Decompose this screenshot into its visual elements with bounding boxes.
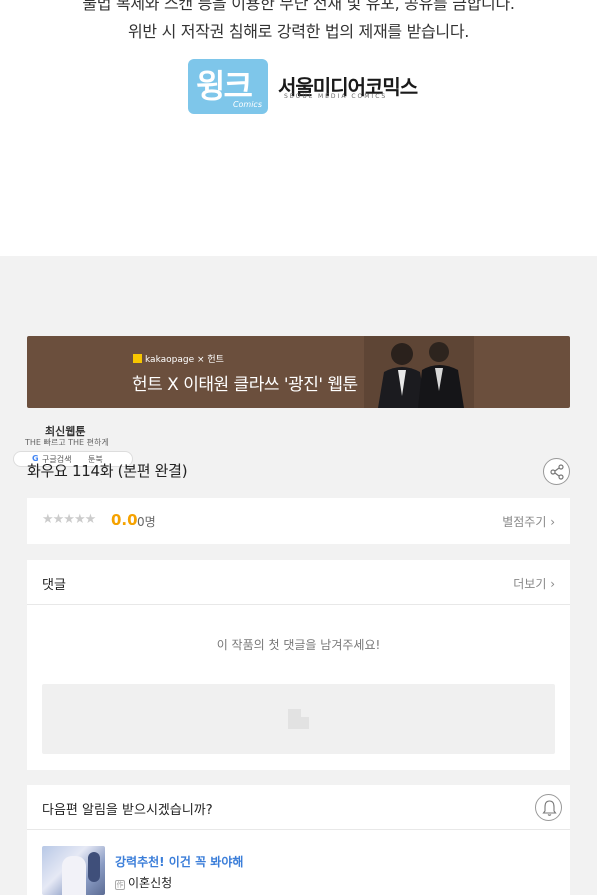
comments-card: 댓글 더보기 › 이 작품의 첫 댓글을 남겨주세요! (27, 560, 570, 770)
recommendation-thumbnail[interactable] (42, 846, 105, 895)
bell-icon (542, 800, 557, 816)
rate-button[interactable]: 별점주기 › (502, 513, 555, 530)
next-episode-alert-card: 다음편 알림을 받으시겠습니까? 강력추천! 이건 꼭 봐야해 作 이혼신청 (27, 785, 570, 895)
episode-title: 화우요 114화 (본편 완결) (27, 462, 188, 480)
alert-header: 다음편 알림을 받으시겠습니까? (27, 785, 570, 830)
comments-header: 댓글 더보기 › (27, 560, 570, 605)
copyright-section: 불법 복제와 스캔 등을 이용한 무단 전재 및 유포, 공유를 금합니다. 위… (0, 0, 597, 256)
placeholder-image-icon (288, 709, 309, 729)
share-button[interactable] (543, 458, 570, 485)
share-icon (550, 464, 564, 480)
copyright-notice-line-1: 불법 복제와 스캔 등을 이용한 무단 전재 및 유포, 공유를 금합니다. (82, 0, 515, 13)
wink-logo-sub: Comics (232, 100, 262, 109)
wink-comics-logo: 윙크 Comics (188, 59, 268, 114)
banner-brand-text: kakaopage × 헌트 (145, 355, 224, 365)
banner-illustration (364, 336, 474, 408)
recommendation-author: 作 이혼신청 (115, 874, 172, 891)
promo-banner[interactable]: kakaopage × 헌트 헌트 X 이태원 클라쓰 '광진' 웹툰 (27, 336, 570, 408)
recommendation-author-name: 이혼신청 (128, 876, 173, 890)
seoul-media-comics-logo-sub: SEOUL MEDIA COMICS (284, 93, 388, 100)
rating-card: ★★★★★ 0.0 0명 별점주기 › (27, 498, 570, 544)
bell-button[interactable] (535, 794, 562, 821)
comments-title: 댓글 (42, 578, 66, 593)
comments-more-link[interactable]: 더보기 › (513, 575, 555, 592)
kakaopage-icon (133, 354, 142, 363)
banner-title: 헌트 X 이태원 클라쓰 '광진' 웹툰 (132, 375, 358, 395)
comments-empty-message: 이 작품의 첫 댓글을 남겨주세요! (216, 638, 381, 652)
comment-input-box[interactable] (42, 684, 555, 754)
copyright-notice-line-2: 위반 시 저작권 침해로 강력한 법의 제재를 받습니다. (127, 22, 470, 41)
rating-count: 0명 (137, 515, 156, 529)
recommendation-title[interactable]: 강력추천! 이건 꼭 봐야해 (115, 853, 243, 870)
rating-score: 0.0 (111, 511, 138, 529)
banner-brand: kakaopage × 헌트 (133, 352, 224, 365)
author-badge-icon: 作 (115, 880, 125, 890)
watermark-slogan: THE 빠르고 THE 편하게 (25, 438, 109, 447)
rating-stars: ★★★★★ (42, 512, 96, 527)
alert-title: 다음편 알림을 받으시겠습니까? (42, 803, 213, 818)
